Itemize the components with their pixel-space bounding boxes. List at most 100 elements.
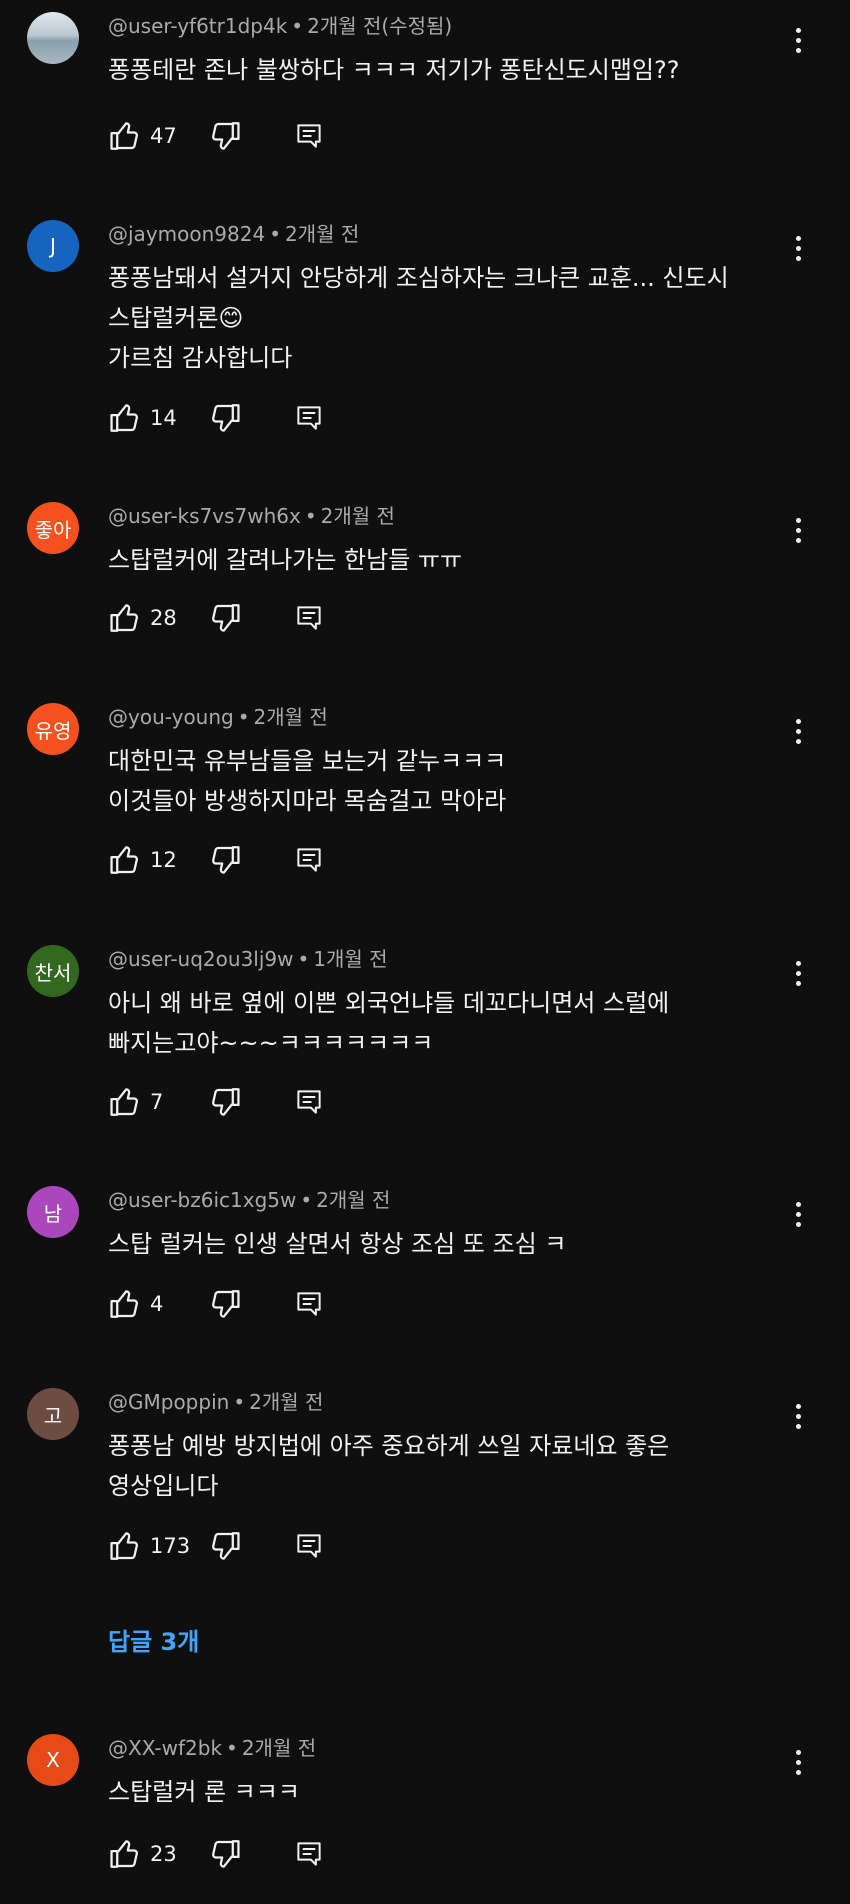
reply-button[interactable] — [294, 1087, 324, 1117]
author-name[interactable]: @user-ks7vs7wh6x — [108, 504, 301, 528]
like-count: 7 — [150, 1090, 164, 1114]
reply-button[interactable] — [294, 845, 324, 875]
reply-icon — [297, 606, 321, 630]
like-count: 4 — [150, 1292, 164, 1316]
comment-time: 1개월 전 — [313, 947, 388, 971]
thumbs-up-icon — [110, 404, 138, 432]
dislike-button[interactable] — [208, 1085, 242, 1119]
like-button[interactable]: 7 — [108, 1085, 202, 1119]
thumbs-down-icon — [212, 122, 240, 150]
avatar[interactable]: X — [27, 1734, 79, 1786]
more-vert-icon[interactable] — [784, 1742, 812, 1782]
dislike-button[interactable] — [208, 119, 242, 153]
author-name[interactable]: @XX-wf2bk — [108, 1736, 222, 1760]
comment-actions: 28 — [108, 598, 324, 638]
comment-time: 2개월 전(수정됨) — [307, 14, 453, 38]
reply-button[interactable] — [294, 1531, 324, 1561]
comment-actions: 14 — [108, 398, 324, 438]
comment-meta: @you-young • 2개월 전 — [108, 705, 328, 729]
thumbs-up-icon — [110, 1532, 138, 1560]
like-button[interactable]: 14 — [108, 401, 202, 435]
more-vert-icon[interactable] — [784, 510, 812, 550]
avatar[interactable]: 유영 — [27, 703, 79, 755]
comment-meta: @user-ks7vs7wh6x • 2개월 전 — [108, 504, 395, 528]
like-button[interactable]: 4 — [108, 1287, 202, 1321]
comment-text: 스탑럴커 론 ㅋㅋㅋ — [108, 1778, 300, 1806]
avatar[interactable]: 고 — [27, 1388, 79, 1440]
more-vert-icon[interactable] — [784, 953, 812, 993]
like-button[interactable]: 23 — [108, 1837, 202, 1871]
avatar-letter: 유영 — [34, 718, 72, 743]
thumbs-up-icon — [110, 1290, 138, 1318]
reply-button[interactable] — [294, 603, 324, 633]
avatar-letter: X — [46, 1748, 60, 1772]
like-count: 173 — [150, 1534, 191, 1558]
view-replies-button[interactable]: 답글 3개 — [108, 1622, 199, 1657]
thumbs-down-icon — [212, 1532, 240, 1560]
thumbs-up-icon — [110, 846, 138, 874]
comment-meta: @user-uq2ou3lj9w • 1개월 전 — [108, 947, 388, 971]
thumbs-down-icon — [212, 846, 240, 874]
avatar[interactable]: 좋아 — [27, 502, 79, 554]
more-vert-icon[interactable] — [784, 1396, 812, 1436]
comment-text: 퐁퐁남돼서 설거지 안당하게 조심하자는 크나큰 교훈... 신도시 스탑럴커론… — [108, 264, 729, 372]
dislike-button[interactable] — [208, 1287, 242, 1321]
reply-icon — [297, 1534, 321, 1558]
reply-icon — [297, 1842, 321, 1866]
comment-actions: 12 — [108, 840, 324, 880]
comment-meta: @jaymoon9824 • 2개월 전 — [108, 222, 360, 246]
comment-text: 아니 왜 바로 옆에 이쁜 외국언냐들 데꼬다니면서 스럴에 빠지는고야~~~ㅋ… — [108, 989, 670, 1057]
like-button[interactable]: 47 — [108, 119, 202, 153]
reply-button[interactable] — [294, 121, 324, 151]
reply-button[interactable] — [294, 1289, 324, 1319]
reply-button[interactable] — [294, 1839, 324, 1869]
like-button[interactable]: 12 — [108, 843, 202, 877]
avatar[interactable] — [27, 12, 79, 64]
comment-time: 2개월 전 — [241, 1736, 317, 1760]
more-vert-icon[interactable] — [784, 228, 812, 268]
author-name[interactable]: @user-yf6tr1dp4k — [108, 14, 287, 38]
thumbs-down-icon — [212, 604, 240, 632]
like-count: 12 — [150, 848, 177, 872]
comment-text: 퐁퐁테란 존나 불쌍하다 ㅋㅋㅋ 저기가 퐁탄신도시맵임?? — [108, 56, 680, 84]
author-name[interactable]: @user-bz6ic1xg5w — [108, 1188, 296, 1212]
avatar[interactable]: 찬서 — [27, 945, 79, 997]
comment-time: 2개월 전 — [253, 705, 328, 729]
more-vert-icon[interactable] — [784, 20, 812, 60]
avatar[interactable]: J — [27, 220, 79, 272]
comment-text: 스탑럴커에 갈려나가는 한남들 ㅠㅠ — [108, 546, 463, 574]
dislike-button[interactable] — [208, 843, 242, 877]
comment-text: 퐁퐁남 예방 방지법에 아주 중요하게 쓰일 자료네요 좋은 영상입니다 — [108, 1432, 670, 1500]
comment-time: 2개월 전 — [249, 1390, 324, 1414]
comment-text: 대한민국 유부남들을 보는거 같누ㅋㅋㅋ 이것들아 방생하지마라 목숨걸고 막아… — [108, 747, 507, 815]
thumbs-up-icon — [110, 1088, 138, 1116]
author-name[interactable]: @you-young — [108, 705, 234, 729]
avatar[interactable]: 남 — [27, 1186, 79, 1238]
like-button[interactable]: 28 — [108, 601, 202, 635]
reply-icon — [297, 124, 321, 148]
author-name[interactable]: @jaymoon9824 — [108, 222, 265, 246]
like-button[interactable]: 173 — [108, 1529, 202, 1563]
comment-meta: @XX-wf2bk • 2개월 전 — [108, 1736, 317, 1760]
thumbs-down-icon — [212, 1840, 240, 1868]
comment-time: 2개월 전 — [320, 504, 395, 528]
author-name[interactable]: @user-uq2ou3lj9w — [108, 947, 294, 971]
comment-time: 2개월 전 — [316, 1188, 391, 1212]
avatar-letter: 좋아 — [34, 517, 72, 542]
dislike-button[interactable] — [208, 1837, 242, 1871]
author-name[interactable]: @GMpoppin — [108, 1390, 229, 1414]
reply-button[interactable] — [294, 403, 324, 433]
more-vert-icon[interactable] — [784, 711, 812, 751]
dislike-button[interactable] — [208, 401, 242, 435]
comment-text: 스탑 럴커는 인생 살면서 항상 조심 또 조심 ㅋ — [108, 1230, 567, 1258]
dislike-button[interactable] — [208, 601, 242, 635]
thumbs-up-icon — [110, 1840, 138, 1868]
thumbs-down-icon — [212, 404, 240, 432]
reply-icon — [297, 1292, 321, 1316]
more-vert-icon[interactable] — [784, 1194, 812, 1234]
dislike-button[interactable] — [208, 1529, 242, 1563]
avatar-letter: 고 — [43, 1403, 63, 1428]
comment-actions: 173 — [108, 1526, 324, 1566]
avatar-letter: J — [50, 234, 56, 258]
thumbs-up-icon — [110, 604, 138, 632]
